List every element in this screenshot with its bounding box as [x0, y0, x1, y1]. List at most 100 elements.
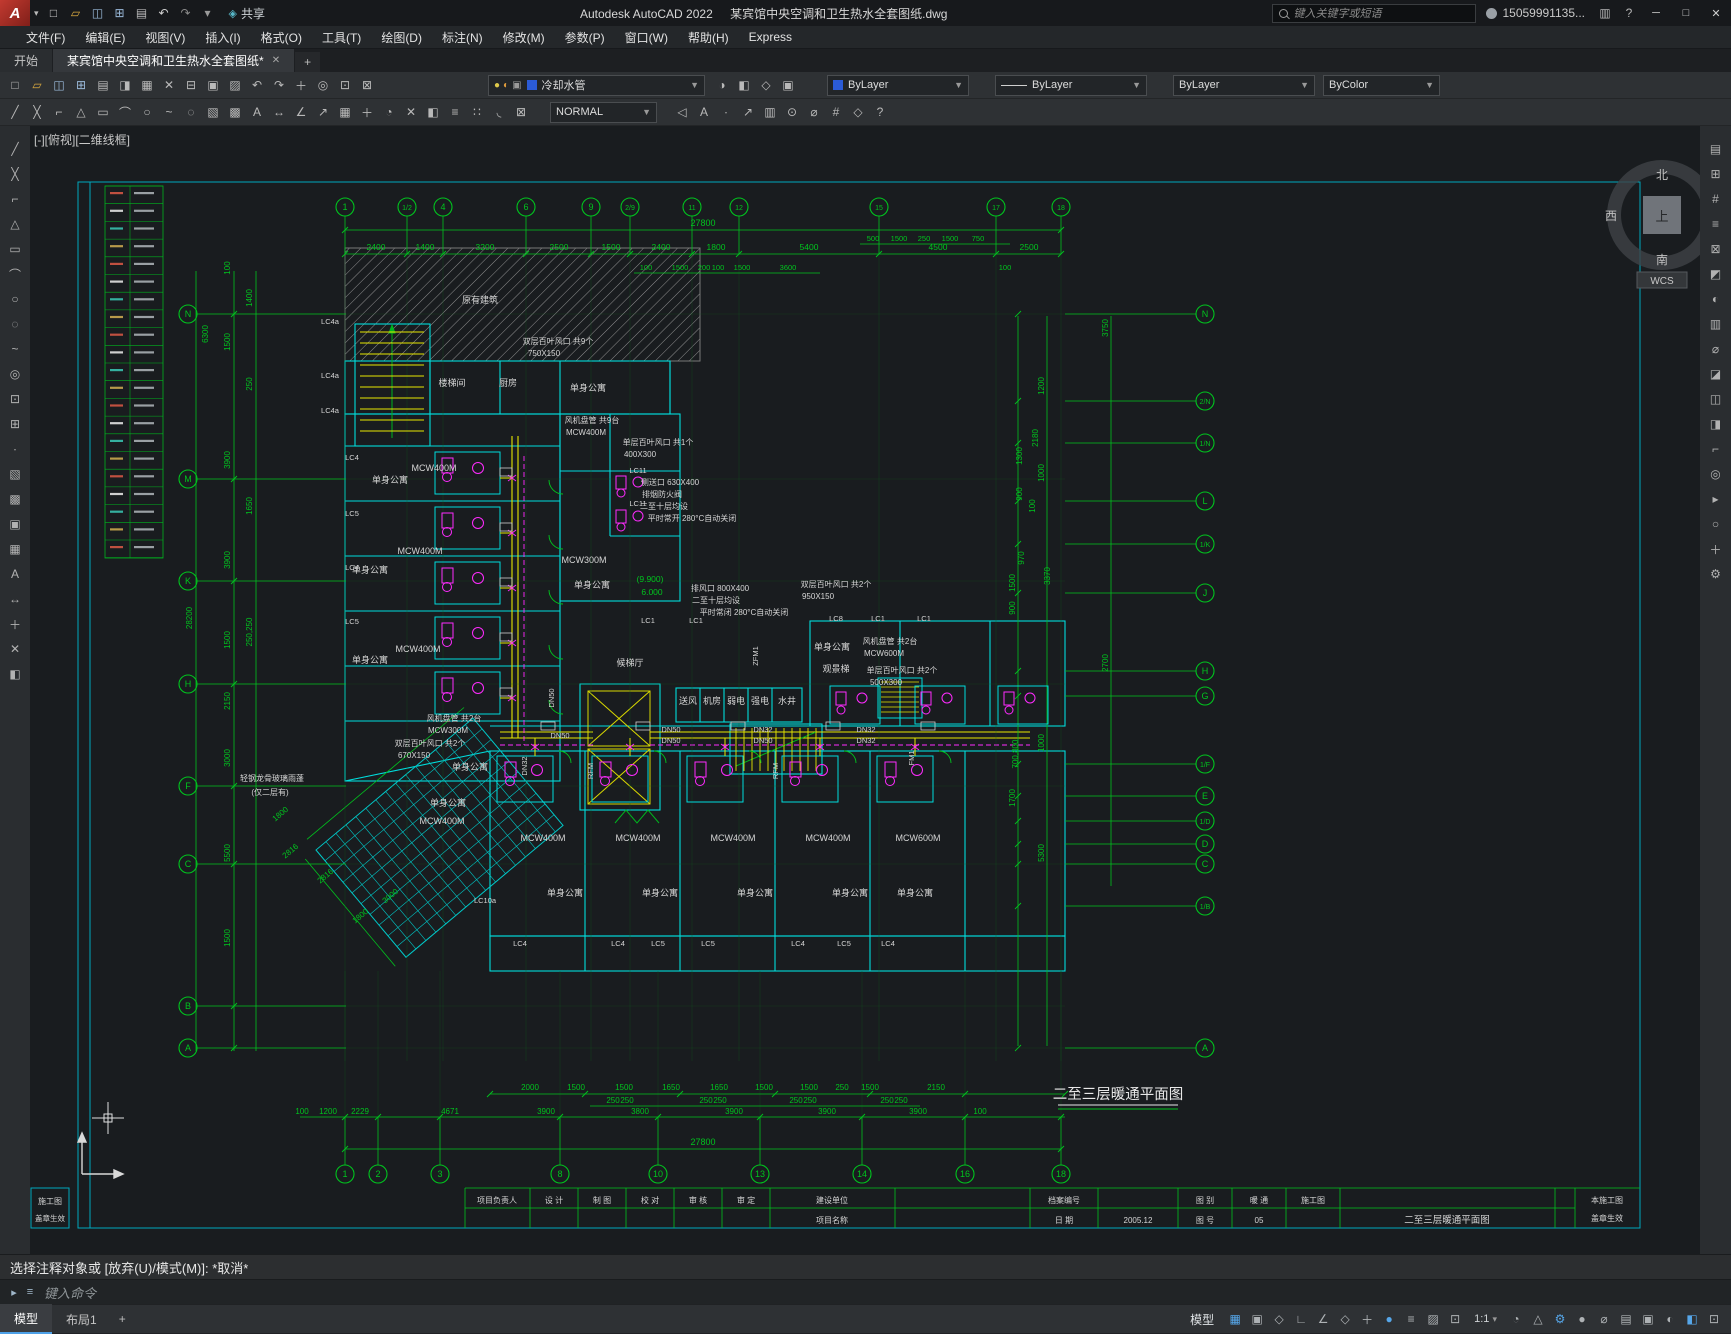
app-menu-caret-icon[interactable]: ▾	[30, 8, 43, 19]
blocks-palette-icon[interactable]: ⊞	[1706, 165, 1726, 183]
fillet-icon[interactable]: ◟	[488, 102, 510, 123]
save-icon[interactable]: ◫	[87, 2, 109, 24]
show-motion-icon[interactable]: ▸	[1706, 490, 1726, 508]
layer-freeze-sun-icon[interactable]: ◐	[503, 80, 509, 91]
plot-preview-icon[interactable]: ◨	[114, 75, 136, 96]
cut-clip-icon[interactable]: ✕	[158, 75, 180, 96]
point-style-icon[interactable]: ∙	[715, 102, 737, 123]
orbit-icon[interactable]: ○	[1706, 515, 1726, 533]
model-tab[interactable]: 模型	[0, 1304, 53, 1334]
help-icon[interactable]: ?	[1617, 6, 1641, 20]
move-icon[interactable]: ＋	[5, 615, 25, 633]
mirror-icon[interactable]: ◧	[5, 665, 25, 683]
command-prompt[interactable]: 键入命令	[44, 1283, 96, 1302]
text-icon[interactable]: A	[246, 102, 268, 123]
layer-freeze-icon[interactable]: ◇	[755, 75, 777, 96]
arc-icon[interactable]: ⌒	[5, 265, 25, 283]
help-icon[interactable]: ?	[869, 102, 891, 123]
polyline-icon[interactable]: ⌐	[5, 190, 25, 208]
close-button[interactable]: ✕	[1701, 0, 1731, 26]
undo-icon[interactable]: ↶	[153, 2, 175, 24]
arc-icon[interactable]: ⌒	[114, 102, 136, 123]
table-icon[interactable]: ▦	[334, 102, 356, 123]
calculator-icon[interactable]: #	[825, 102, 847, 123]
zoom-window-icon[interactable]: ⊡	[334, 75, 356, 96]
ellipse-icon[interactable]: ◌	[180, 102, 202, 123]
customize-cmd-icon[interactable]: ≡	[22, 1286, 38, 1299]
redo-icon[interactable]: ↷	[175, 2, 197, 24]
menu-item-0[interactable]: 文件(F)	[16, 27, 75, 48]
plot-icon[interactable]: ▤	[131, 2, 153, 24]
offset-icon[interactable]: ≡	[444, 102, 466, 123]
table-icon[interactable]: ▦	[5, 540, 25, 558]
measure-icon[interactable]: ⌀	[803, 102, 825, 123]
menu-item-2[interactable]: 视图(V)	[135, 27, 195, 48]
group-icon[interactable]: ⊙	[781, 102, 803, 123]
viewport-controls[interactable]: [-][俯视][二维线框]	[34, 131, 130, 148]
leader-icon[interactable]: ↗	[312, 102, 334, 123]
dim-linear-icon[interactable]: ↔	[5, 590, 25, 608]
section-plane-icon[interactable]: ◪	[1706, 365, 1726, 383]
erase-icon[interactable]: ✕	[5, 640, 25, 658]
rectangle-icon[interactable]: ▭	[5, 240, 25, 258]
rotate-icon[interactable]: ◔	[378, 102, 400, 123]
pan-icon[interactable]: ＋	[1706, 540, 1726, 558]
text-style-icon[interactable]: A	[693, 102, 715, 123]
render-icon[interactable]: ◐	[1706, 290, 1726, 308]
menu-item-7[interactable]: 标注(N)	[432, 27, 493, 48]
multileader-icon[interactable]: ↗	[737, 102, 759, 123]
view-compass[interactable]: 上 北 南 西 东 WCS	[1605, 160, 1700, 289]
menu-item-6[interactable]: 绘图(D)	[371, 27, 432, 48]
layer-lock-icon[interactable]: ▣	[512, 80, 521, 91]
paste-clip-icon[interactable]: ▣	[202, 75, 224, 96]
drawing-canvas[interactable]: 上 北 南 西 东 WCS 11/24692/91112151718123810…	[30, 126, 1700, 1254]
osnap-settings-icon[interactable]: ◇	[847, 102, 869, 123]
view-manager-icon[interactable]: ◫	[1706, 390, 1726, 408]
share-button[interactable]: ◈ 共享	[229, 5, 265, 22]
maximize-button[interactable]: □	[1671, 0, 1701, 26]
plotstyle-combo[interactable]: ByColor ▼	[1323, 74, 1440, 96]
zoom-previous-icon[interactable]: ⊠	[356, 75, 378, 96]
menu-item-12[interactable]: Express	[739, 28, 802, 46]
measure-icon[interactable]: ⌀	[1706, 340, 1726, 358]
polygon-icon[interactable]: △	[70, 102, 92, 123]
make-block-icon[interactable]: ⊞	[5, 415, 25, 433]
menu-item-3[interactable]: 插入(I)	[195, 27, 250, 48]
layer-combo[interactable]: ● ◐ ▣ 冷却水管 ▼	[488, 74, 705, 96]
revcloud-icon[interactable]: ◌	[5, 315, 25, 333]
save-as-icon[interactable]: ⊞	[109, 2, 131, 24]
text-style-combo[interactable]: NORMAL ▼	[550, 101, 657, 123]
tab-document[interactable]: 某宾馆中央空调和卫生热水全套图纸* ✕	[53, 49, 295, 72]
move-icon[interactable]: ＋	[356, 102, 378, 123]
hatch-icon[interactable]: ▧	[202, 102, 224, 123]
explode-icon[interactable]: ⊠	[510, 102, 532, 123]
properties-icon[interactable]: ▤	[1706, 140, 1726, 158]
close-tab-icon[interactable]: ✕	[272, 55, 280, 66]
lineweight-combo[interactable]: ByLayer ▼	[1173, 74, 1315, 96]
app-logo-icon[interactable]: A	[0, 0, 30, 26]
match-properties-icon[interactable]: ▨	[224, 75, 246, 96]
circle-icon[interactable]: ○	[5, 290, 25, 308]
insert-block-icon[interactable]: ⊡	[5, 390, 25, 408]
circle-icon[interactable]: ○	[136, 102, 158, 123]
publish-icon[interactable]: ▦	[136, 75, 158, 96]
new-tab-button[interactable]: +	[295, 52, 321, 72]
model-space-toggle[interactable]: 模型	[1182, 1311, 1222, 1328]
layer-isolate-icon[interactable]: ◧	[733, 75, 755, 96]
redo-icon[interactable]: ↷	[268, 75, 290, 96]
ucs-icon[interactable]: ⌐	[1706, 440, 1726, 458]
linetype-combo[interactable]: ByLayer ▼	[995, 74, 1147, 96]
line-icon[interactable]: ╱	[5, 140, 25, 158]
copy-clip-icon[interactable]: ⊟	[180, 75, 202, 96]
open-folder-icon[interactable]: ▱	[65, 2, 87, 24]
spline-icon[interactable]: ~	[158, 102, 180, 123]
polyline-icon[interactable]: ⌐	[48, 102, 70, 123]
mtext-icon[interactable]: A	[5, 565, 25, 583]
qsave-icon[interactable]: ◫	[48, 75, 70, 96]
plot-icon[interactable]: ▤	[92, 75, 114, 96]
tab-start[interactable]: 开始	[0, 49, 53, 72]
gradient-icon[interactable]: ▩	[5, 490, 25, 508]
visual-styles-icon[interactable]: ◨	[1706, 415, 1726, 433]
save-as-icon[interactable]: ⊞	[70, 75, 92, 96]
menu-item-10[interactable]: 窗口(W)	[615, 27, 678, 48]
